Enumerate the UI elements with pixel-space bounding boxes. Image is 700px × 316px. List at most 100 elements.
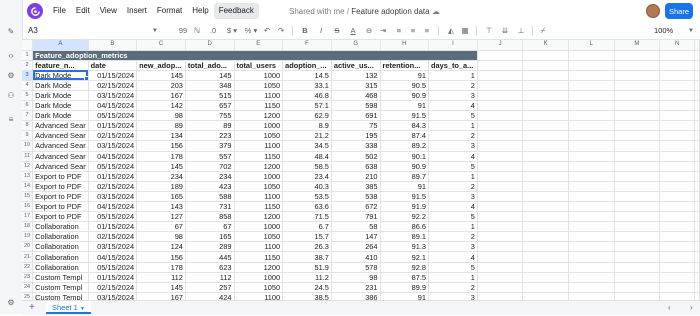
- data-cell[interactable]: 92.1: [380, 251, 430, 263]
- data-cell[interactable]: 289: [185, 241, 235, 253]
- empty-cell[interactable]: [614, 292, 661, 300]
- percent-format-icon[interactable]: % ▾: [244, 25, 258, 37]
- data-cell[interactable]: 386: [331, 292, 381, 300]
- data-cell[interactable]: 34.5: [282, 140, 332, 152]
- data-cell[interactable]: 38.7: [282, 251, 332, 263]
- menu-file[interactable]: File: [48, 3, 71, 19]
- empty-cell[interactable]: [477, 201, 524, 213]
- empty-cell[interactable]: [568, 161, 615, 172]
- data-cell[interactable]: 05/15/2024: [88, 110, 138, 122]
- data-cell[interactable]: 01/15/2024: [88, 272, 138, 283]
- empty-cell[interactable]: [659, 262, 695, 273]
- empty-cell[interactable]: [477, 241, 524, 253]
- data-cell[interactable]: 178: [136, 151, 186, 162]
- data-cell[interactable]: 348: [185, 80, 235, 91]
- data-cell[interactable]: 01/15/2024: [88, 70, 138, 81]
- active-cell[interactable]: Dark Mode: [32, 70, 89, 81]
- data-cell[interactable]: 1100: [234, 241, 284, 253]
- data-cell[interactable]: Export to PDF: [32, 201, 89, 213]
- document-title[interactable]: Feature adoption data: [351, 7, 429, 16]
- data-cell[interactable]: 755: [185, 110, 235, 122]
- empty-cell[interactable]: [477, 151, 524, 162]
- data-cell[interactable]: 598: [331, 100, 381, 112]
- empty-cell[interactable]: [659, 251, 695, 263]
- empty-cell[interactable]: [568, 181, 615, 192]
- data-cell[interactable]: 92.2: [380, 211, 430, 223]
- data-cell[interactable]: 203: [136, 80, 186, 91]
- empty-cell[interactable]: [659, 60, 695, 71]
- vertical-scrollbar[interactable]: [692, 40, 700, 300]
- data-cell[interactable]: 89: [185, 120, 235, 132]
- empty-cell[interactable]: [659, 70, 695, 81]
- scroll-right-icon[interactable]: ›: [690, 302, 693, 314]
- data-cell[interactable]: 62.9: [282, 110, 332, 122]
- data-cell[interactable]: 338: [331, 140, 381, 152]
- scroll-left-icon[interactable]: ‹: [668, 302, 671, 314]
- data-cell[interactable]: 142: [136, 100, 186, 112]
- empty-cell[interactable]: [477, 80, 524, 91]
- row-header[interactable]: 25: [22, 292, 34, 300]
- empty-cell[interactable]: [568, 60, 615, 71]
- column-header[interactable]: K: [522, 40, 569, 51]
- data-cell[interactable]: 90.9: [380, 90, 430, 102]
- data-cell[interactable]: 01/15/2024: [88, 120, 138, 132]
- empty-cell[interactable]: [659, 100, 695, 112]
- data-cell[interactable]: 98: [136, 231, 186, 243]
- wrap-icon[interactable]: ⇥: [378, 25, 388, 37]
- column-header[interactable]: M: [614, 40, 661, 51]
- data-cell[interactable]: 178: [136, 262, 186, 273]
- data-cell[interactable]: Dark Mode: [32, 90, 89, 102]
- row-header[interactable]: 6: [22, 100, 34, 112]
- data-cell[interactable]: 14.5: [282, 70, 332, 81]
- sheet-tab[interactable]: Sheet 1 ▼: [46, 301, 91, 314]
- empty-cell[interactable]: [477, 292, 524, 300]
- menu-insert[interactable]: Insert: [122, 3, 152, 19]
- empty-cell[interactable]: [477, 50, 524, 61]
- empty-cell[interactable]: [614, 171, 661, 182]
- empty-cell[interactable]: [659, 231, 695, 243]
- empty-cell[interactable]: [568, 171, 615, 182]
- data-cell[interactable]: 6.7: [282, 221, 332, 233]
- empty-cell[interactable]: [522, 251, 569, 263]
- data-cell[interactable]: 03/15/2024: [88, 140, 138, 152]
- data-cell[interactable]: 51.9: [282, 262, 332, 273]
- data-cell[interactable]: 89: [136, 120, 186, 132]
- row-header[interactable]: 19: [22, 231, 34, 243]
- fill-color-icon[interactable]: ◭: [446, 25, 456, 37]
- data-cell[interactable]: 1150: [234, 251, 284, 263]
- data-cell[interactable]: 91.5: [380, 191, 430, 203]
- data-cell[interactable]: 11.2: [282, 272, 332, 283]
- data-cell[interactable]: 156: [136, 251, 186, 263]
- filter-icon[interactable]: ≡: [5, 113, 17, 125]
- empty-cell[interactable]: [614, 231, 661, 243]
- empty-cell[interactable]: [522, 221, 569, 233]
- data-cell[interactable]: 145: [136, 282, 186, 293]
- data-cell[interactable]: 691: [331, 110, 381, 122]
- clear-format-icon[interactable]: ⌿: [538, 25, 548, 37]
- data-cell[interactable]: 165: [136, 191, 186, 203]
- data-cell[interactable]: 3: [428, 90, 478, 102]
- link-icon[interactable]: ⊖: [364, 25, 374, 37]
- empty-cell[interactable]: [522, 191, 569, 203]
- empty-cell[interactable]: [659, 80, 695, 91]
- column-header[interactable]: B: [88, 40, 138, 51]
- row-header[interactable]: 21: [22, 251, 34, 263]
- column-header[interactable]: J: [477, 40, 524, 51]
- column-title-cell[interactable]: total_ado...: [185, 60, 235, 71]
- data-cell[interactable]: 2: [428, 282, 478, 293]
- fill-handle[interactable]: [83, 75, 88, 80]
- row-header[interactable]: 9: [22, 130, 34, 142]
- data-cell[interactable]: 1150: [234, 201, 284, 213]
- data-cell[interactable]: 15.7: [282, 231, 332, 243]
- data-cell[interactable]: 1050: [234, 181, 284, 192]
- data-cell[interactable]: 26.3: [282, 241, 332, 253]
- data-cell[interactable]: 57.1: [282, 100, 332, 112]
- empty-cell[interactable]: [477, 282, 524, 293]
- menu-help[interactable]: Help: [187, 3, 213, 19]
- empty-cell[interactable]: [659, 50, 695, 61]
- currency-format-icon[interactable]: $ ▾: [224, 25, 240, 37]
- empty-cell[interactable]: [522, 120, 569, 132]
- data-cell[interactable]: 234: [185, 171, 235, 182]
- data-cell[interactable]: 127: [136, 211, 186, 223]
- data-cell[interactable]: 315: [331, 80, 381, 91]
